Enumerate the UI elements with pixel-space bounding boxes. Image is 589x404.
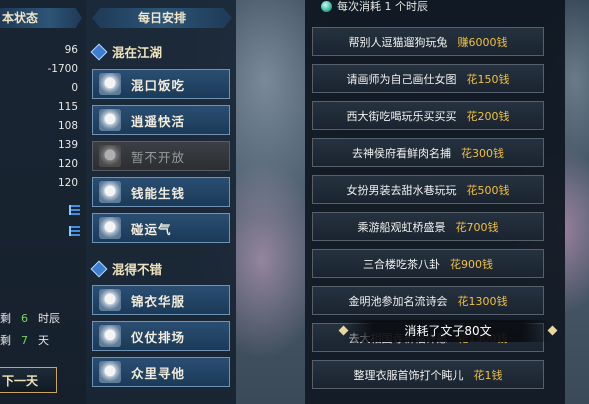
- activity-button[interactable]: 仪仗排场: [92, 321, 230, 351]
- remaining-hours-unit: 时辰: [38, 312, 60, 325]
- stat-value: 139: [57, 139, 78, 151]
- section-title-text: 混在江湖: [112, 44, 163, 60]
- option-cost: 花700钱: [455, 220, 499, 234]
- activity-label: 逍遥快活: [131, 113, 186, 129]
- option-button[interactable]: 三合楼吃茶八卦 花900钱: [312, 249, 544, 278]
- status-panel: 本状态 96 -1700 0 115 108 139 120 120 剩 6 时…: [0, 0, 86, 404]
- remaining-prefix: 剩: [0, 312, 11, 325]
- option-button[interactable]: 去神侯府看鲜肉名捕 花300钱: [312, 138, 544, 167]
- activity-label: 暂不开放: [131, 149, 186, 165]
- option-button[interactable]: 金明池参加名流诗会 花1300钱: [312, 286, 544, 315]
- activity-button[interactable]: 混口饭吃: [92, 69, 230, 99]
- section-header-budeicuo: 混得不错: [90, 257, 162, 279]
- option-text: 去神侯府看鲜肉名捕: [352, 146, 451, 160]
- diamond-icon: [90, 260, 106, 276]
- activity-label: 碰运气: [131, 221, 172, 237]
- option-text: 帮别人逗猫遛狗玩兔: [348, 35, 448, 49]
- stat-value: 120: [57, 158, 78, 170]
- activity-button[interactable]: 锦衣华服: [92, 285, 230, 315]
- stat-value: 0: [71, 82, 78, 94]
- daily-schedule-panel: 每日安排 混在江湖 混口饭吃 逍遥快活 暂不开放 钱能生钱 碰运气 混得不错 锦…: [86, 0, 236, 404]
- activity-label: 众里寻他: [131, 365, 186, 381]
- section-title-text: 混得不错: [112, 261, 163, 277]
- option-text: 三合楼吃茶八卦: [363, 257, 440, 271]
- detail-list-icon[interactable]: [69, 226, 80, 236]
- activity-button[interactable]: 碰运气: [92, 213, 230, 243]
- option-text: 整理衣服首饰打个盹儿: [353, 368, 464, 382]
- detail-list-icon[interactable]: [69, 205, 80, 215]
- teapot-icon: [99, 109, 121, 131]
- option-cost: 花300钱: [461, 146, 504, 160]
- schedule-title: 每日安排: [92, 8, 232, 28]
- activity-button[interactable]: 钱能生钱: [92, 177, 230, 207]
- horse-icon: [99, 325, 121, 347]
- option-cost: 花1300钱: [457, 294, 508, 308]
- option-button[interactable]: 乘游船观虹桥盛景 花700钱: [312, 212, 544, 241]
- activity-label: 钱能生钱: [131, 185, 186, 201]
- activity-options-panel: 每次消耗 1 个时辰 帮别人逗猫遛狗玩兔 赚6000钱 请画师为自己画仕女图 花…: [305, 0, 565, 404]
- activity-button[interactable]: 逍遥快活: [92, 105, 230, 135]
- stat-value: 96: [64, 44, 78, 56]
- section-header-jianghu: 混在江湖: [90, 40, 162, 62]
- option-cost: 花500钱: [466, 183, 510, 197]
- remaining-hours-value: 6: [21, 312, 28, 325]
- option-button[interactable]: 整理衣服首饰打个盹儿 花1钱: [312, 360, 544, 389]
- option-cost: 赚6000钱: [457, 35, 508, 49]
- time-cost-note: 每次消耗 1 个时辰: [321, 0, 428, 14]
- activity-label: 混口饭吃: [131, 77, 186, 93]
- toast-text: 消耗了文子80文: [404, 324, 492, 338]
- remaining-days-unit: 天: [38, 334, 49, 347]
- remaining-days: 剩 7 天: [0, 332, 49, 348]
- remaining-hours: 剩 6 时辰: [0, 310, 60, 326]
- time-gem-icon: [321, 0, 332, 12]
- stat-value: 120: [57, 177, 78, 189]
- remaining-prefix: 剩: [0, 334, 11, 347]
- option-text: 乘游船观虹桥盛景: [357, 220, 446, 234]
- option-button[interactable]: 请画师为自己画仕女图 花150钱: [312, 64, 544, 93]
- status-panel-title: 本状态: [0, 8, 82, 28]
- next-day-button[interactable]: 下一天: [0, 367, 57, 393]
- option-cost: 花1钱: [473, 368, 503, 382]
- option-button[interactable]: 西大街吃喝玩乐买买买 花200钱: [312, 101, 544, 130]
- option-text: 女扮男装去甜水巷玩玩: [346, 183, 457, 197]
- stat-value: 108: [57, 120, 78, 132]
- option-text: 金明池参加名流诗会: [348, 294, 448, 308]
- option-cost: 花150钱: [466, 72, 510, 86]
- option-text: 请画师为自己画仕女图: [346, 72, 457, 86]
- money-icon: [99, 181, 121, 203]
- activity-button-disabled: 暂不开放: [92, 141, 230, 171]
- stat-value: -1700: [47, 63, 78, 75]
- stat-value: 115: [57, 101, 78, 113]
- locked-activity-icon: [99, 145, 121, 167]
- option-text: 西大街吃喝玩乐买买买: [346, 109, 457, 123]
- bowl-icon: [99, 73, 121, 95]
- option-cost: 花200钱: [466, 109, 510, 123]
- time-cost-text: 每次消耗 1 个时辰: [337, 0, 428, 13]
- option-button[interactable]: 帮别人逗猫遛狗玩兔 赚6000钱: [312, 27, 544, 56]
- option-cost: 花900钱: [450, 257, 493, 271]
- option-button[interactable]: 女扮男装去甜水巷玩玩 花500钱: [312, 175, 544, 204]
- diamond-icon: [90, 43, 106, 59]
- activity-button[interactable]: 众里寻他: [92, 357, 230, 387]
- activity-label: 锦衣华服: [131, 293, 186, 309]
- spend-toast: 消耗了文子80文: [338, 320, 558, 342]
- dice-icon: [99, 217, 121, 239]
- clothes-icon: [99, 289, 121, 311]
- activity-label: 仪仗排场: [131, 329, 186, 345]
- seek-icon: [99, 361, 121, 383]
- remaining-days-value: 7: [21, 334, 28, 347]
